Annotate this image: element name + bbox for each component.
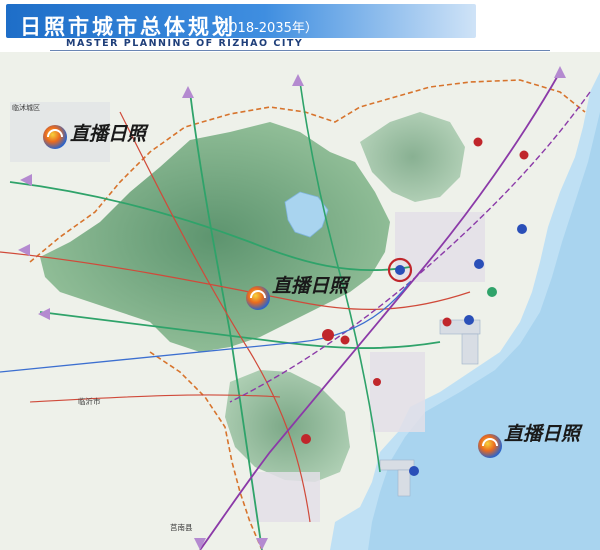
port-icon bbox=[409, 466, 419, 476]
urban-area bbox=[370, 352, 425, 432]
port-area bbox=[397, 469, 411, 497]
title-years: （2018-2035年） bbox=[208, 21, 318, 36]
subtitle-divider bbox=[50, 50, 550, 51]
header: 日照市城市总体规划 （2018-2035年） MASTER PLANNING O… bbox=[0, 0, 600, 52]
airport-icon bbox=[487, 287, 497, 297]
page-subtitle: MASTER PLANNING OF RIZHAO CITY bbox=[66, 38, 304, 49]
watermark-text: 直播日照 bbox=[272, 275, 351, 297]
station-icon bbox=[322, 329, 334, 341]
port-area bbox=[461, 333, 479, 365]
place-label-jvnan: 莒南县 bbox=[170, 522, 193, 532]
facility-icon bbox=[519, 150, 529, 160]
facility-icon bbox=[373, 378, 381, 386]
page-title: 日照市城市总体规划 bbox=[20, 14, 236, 39]
place-label-linshu: 临沭城区 bbox=[12, 103, 40, 112]
planning-map: 临沂市 莒南县 临沭城区 直播日照 直播日照 直播日照 bbox=[0, 52, 600, 550]
watermark-text: 直播日照 bbox=[504, 423, 583, 445]
station-icon bbox=[473, 137, 483, 147]
title-banner: 日照市城市总体规划 （2018-2035年） bbox=[6, 4, 476, 39]
port-icon bbox=[464, 315, 474, 325]
station-icon bbox=[340, 335, 350, 345]
hub-station-icon bbox=[395, 265, 405, 275]
station-icon bbox=[301, 434, 311, 444]
port-icon bbox=[474, 259, 484, 269]
poster: 日照市城市总体规划 （2018-2035年） MASTER PLANNING O… bbox=[0, 0, 600, 550]
port-icon bbox=[517, 224, 527, 234]
station-icon bbox=[442, 317, 452, 327]
urban-area bbox=[250, 472, 320, 522]
place-label-linyi: 临沂市 bbox=[78, 396, 101, 406]
port-area bbox=[379, 459, 415, 471]
watermark-text: 直播日照 bbox=[70, 123, 149, 145]
